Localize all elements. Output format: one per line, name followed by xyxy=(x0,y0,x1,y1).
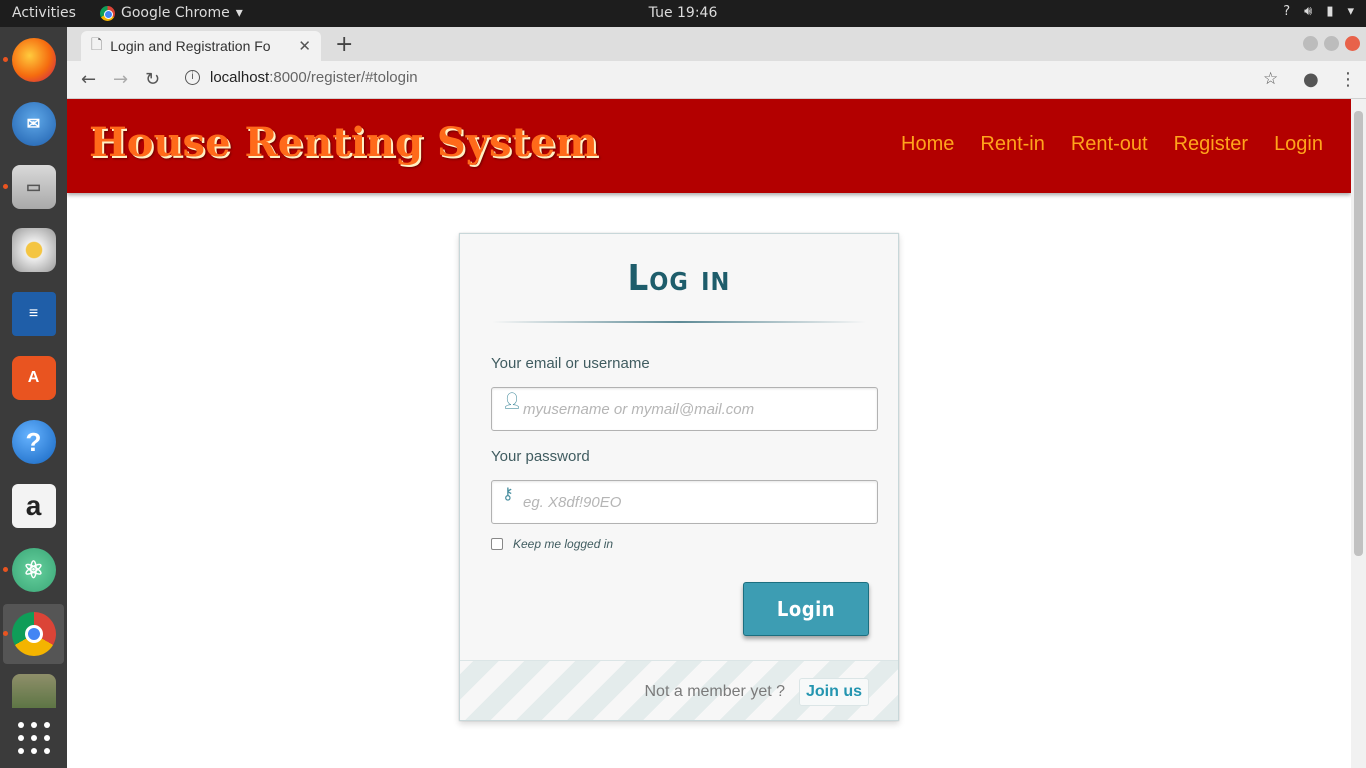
dock-item-image-viewer[interactable] xyxy=(3,668,64,708)
close-tab-icon[interactable]: ✕ xyxy=(298,37,311,55)
dock-item-help[interactable]: ? xyxy=(3,412,64,472)
user-icon: 👤︎ xyxy=(502,391,523,410)
email-input[interactable] xyxy=(523,388,863,430)
join-us-link[interactable]: Join us xyxy=(798,678,869,706)
chrome-icon xyxy=(11,612,56,656)
dock-item-chrome[interactable] xyxy=(3,604,64,664)
password-label: Your password xyxy=(491,448,590,465)
back-button[interactable]: ← xyxy=(81,69,96,90)
dock-item-software[interactable]: A xyxy=(3,348,64,408)
rhythmbox-icon xyxy=(11,228,56,272)
nav-rent-out[interactable]: Rent-out xyxy=(1071,133,1148,156)
browser-toolbar: ← → ↻ i localhost:8000/register/#tologin… xyxy=(67,61,1366,99)
forward-button[interactable]: → xyxy=(113,69,128,90)
password-input[interactable] xyxy=(523,481,863,523)
tab-strip: 🗋︎ Login and Registration Fo ✕ + xyxy=(67,27,1366,61)
keep-logged-in[interactable]: Keep me logged in xyxy=(491,537,613,551)
image-viewer-icon xyxy=(11,674,56,708)
dock-item-writer[interactable]: ≡ xyxy=(3,284,64,344)
firefox-icon xyxy=(11,38,56,82)
dock-item-rhythmbox[interactable] xyxy=(3,220,64,280)
login-button[interactable]: Login xyxy=(743,582,869,636)
close-window-button[interactable] xyxy=(1345,36,1360,51)
battery-icon: ▮ xyxy=(1326,4,1334,19)
amazon-icon: a xyxy=(11,484,56,528)
address-bar[interactable]: i localhost:8000/register/#tologin xyxy=(185,69,418,86)
new-tab-button[interactable]: + xyxy=(335,32,353,57)
site-header: House Renting System Home Rent-in Rent-o… xyxy=(67,99,1351,193)
info-icon[interactable]: i xyxy=(185,70,200,85)
profile-icon[interactable]: ● xyxy=(1303,69,1319,90)
nav-home[interactable]: Home xyxy=(901,133,954,156)
system-top-bar: Activities Google Chrome ▾ Tue 19:46 ? 🔊… xyxy=(0,0,1366,27)
not-member-text: Not a member yet ? xyxy=(644,683,786,700)
site-nav: Home Rent-in Rent-out Register Login xyxy=(901,133,1323,156)
files-icon: ▭ xyxy=(11,165,56,209)
tab-title: Login and Registration Fo xyxy=(110,38,271,54)
browser-tab[interactable]: 🗋︎ Login and Registration Fo ✕ xyxy=(81,31,321,61)
site-logo[interactable]: House Renting System xyxy=(89,119,598,166)
nav-login[interactable]: Login xyxy=(1274,133,1323,156)
app-menu-label: Google Chrome xyxy=(121,5,230,21)
email-field[interactable]: 👤︎ xyxy=(491,387,878,431)
chevron-down-icon: ▾ xyxy=(1347,4,1354,19)
email-label: Your email or username xyxy=(491,355,650,372)
system-tray[interactable]: ? 🔊︎ ▮ ▾ xyxy=(1283,4,1354,19)
title-divider xyxy=(492,321,866,323)
page-scrollbar[interactable] xyxy=(1351,99,1366,768)
atom-icon: ⚛ xyxy=(11,548,56,592)
keep-logged-in-label: Keep me logged in xyxy=(513,537,614,551)
menu-icon[interactable]: ⋮ xyxy=(1339,69,1357,90)
grid-icon xyxy=(17,722,50,754)
password-field[interactable]: ⚷ xyxy=(491,480,878,524)
writer-icon: ≡ xyxy=(11,292,56,336)
volume-icon: 🔊︎ xyxy=(1304,4,1313,19)
software-center-icon: A xyxy=(11,356,56,400)
maximize-button[interactable] xyxy=(1324,36,1339,51)
dock-item-files[interactable]: ▭ xyxy=(3,157,64,217)
dock-item-firefox[interactable] xyxy=(3,30,64,90)
login-form: Log in Your email or username 👤︎ Your pa… xyxy=(459,233,899,721)
thunderbird-icon: ✉ xyxy=(11,102,56,146)
show-applications-button[interactable] xyxy=(3,708,64,768)
help-icon: ? xyxy=(1283,4,1291,19)
scrollbar-thumb[interactable] xyxy=(1354,111,1363,556)
login-title: Log in xyxy=(627,258,731,299)
page-icon: 🗋︎ xyxy=(91,36,103,52)
activities-button[interactable]: Activities xyxy=(12,5,76,21)
bookmark-star-icon[interactable]: ☆ xyxy=(1263,69,1278,89)
chrome-icon xyxy=(100,5,115,21)
dock-item-thunderbird[interactable]: ✉ xyxy=(3,94,64,154)
nav-register[interactable]: Register xyxy=(1174,133,1248,156)
help-icon: ? xyxy=(11,420,56,464)
url-path: :8000/register/#tologin xyxy=(269,69,418,86)
reload-button[interactable]: ↻ xyxy=(145,69,160,90)
keep-logged-in-checkbox[interactable] xyxy=(491,538,503,550)
dock-item-atom[interactable]: ⚛ xyxy=(3,540,64,600)
key-icon: ⚷ xyxy=(502,484,514,503)
login-footer: Not a member yet ? Join us xyxy=(460,660,898,720)
window-controls xyxy=(1303,36,1360,51)
dock-item-amazon[interactable]: a xyxy=(3,476,64,536)
web-page: House Renting System Home Rent-in Rent-o… xyxy=(67,99,1351,768)
chevron-down-icon: ▾ xyxy=(235,5,243,21)
minimize-button[interactable] xyxy=(1303,36,1318,51)
url-host: localhost xyxy=(210,69,270,86)
app-menu[interactable]: Google Chrome ▾ xyxy=(100,5,243,21)
dock: ✉ ▭ ≡ A ? a ⚛ xyxy=(0,27,67,768)
nav-rent-in[interactable]: Rent-in xyxy=(980,133,1044,156)
